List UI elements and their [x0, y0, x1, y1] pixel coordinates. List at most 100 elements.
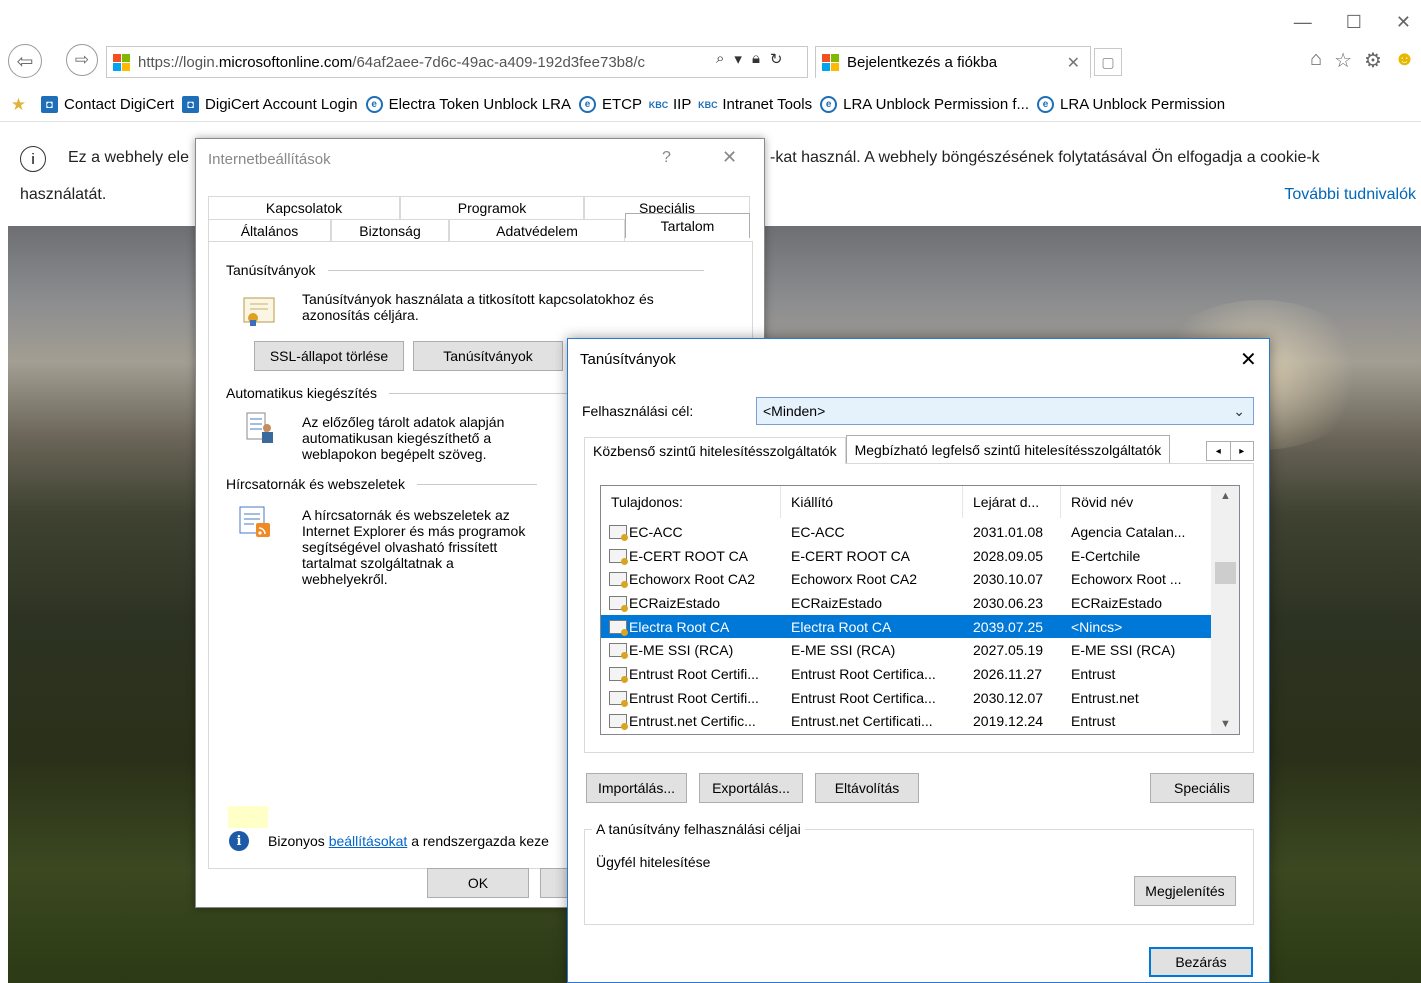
list-scrollbar[interactable]: ▲ ▼ [1211, 486, 1239, 734]
scroll-thumb[interactable] [1215, 562, 1236, 584]
view-button[interactable]: Megjelenítés [1134, 876, 1236, 906]
certificates-button[interactable]: Tanúsítványok [413, 341, 563, 371]
tab-scroll-left-icon[interactable]: ◂ [1207, 442, 1230, 460]
back-arrow-icon: ⇦ [16, 50, 34, 73]
tab-close-icon[interactable]: ✕ [1067, 53, 1080, 73]
owner-text: ECRaizEstado [629, 594, 721, 611]
add-favorites-button[interactable]: ★ [10, 95, 33, 114]
forward-button[interactable]: ⇨ [66, 44, 98, 76]
scroll-up-icon[interactable]: ▲ [1211, 490, 1239, 502]
settings-link[interactable]: beállításokat [329, 833, 408, 849]
tab-login[interactable]: Bejelentkezés a fiókba ✕ [815, 46, 1091, 78]
smiley-feedback-icon[interactable]: ☻ [1394, 48, 1415, 73]
address-bar[interactable]: https://login. microsoftonline.com/64af2a… [106, 46, 808, 78]
search-icon[interactable]: ⌕ [716, 50, 724, 68]
autocomplete-heading: Automatikus kiegészítés [226, 385, 377, 401]
list-row[interactable]: E-CERT ROOT CA E-CERT ROOT CA 2028.09.05… [601, 544, 1211, 568]
dropdown-icon[interactable]: ▾ [734, 50, 742, 68]
divider [416, 483, 537, 485]
tab-content[interactable]: Tartalom [625, 213, 750, 238]
advanced-button[interactable]: Speciális [1150, 773, 1254, 803]
lock-icon[interactable]: 🔒︎ [752, 50, 760, 68]
tab-programs[interactable]: Programok [400, 196, 584, 219]
more-info-link[interactable]: További tudnivalók [1284, 186, 1416, 204]
column-owner[interactable]: Tulajdonos: [601, 486, 781, 518]
favorite-link[interactable]: e LRA Unblock Permission [1037, 96, 1225, 113]
new-tab-button[interactable]: ▢ [1094, 48, 1122, 76]
export-button[interactable]: Exportálás... [699, 773, 803, 803]
feeds-description: A hírcsatornák és webszeletek az Interne… [302, 507, 525, 587]
tab-scroll-right-icon[interactable]: ▸ [1229, 442, 1254, 460]
certificate-icon [609, 643, 628, 660]
purpose-select[interactable]: <Minden> ⌄ [756, 397, 1254, 425]
minimize-icon[interactable]: — [1294, 12, 1312, 33]
ok-button[interactable]: OK [427, 868, 529, 898]
column-friendly-name[interactable]: Rövid név [1061, 486, 1211, 518]
tab-security[interactable]: Biztonság [331, 219, 449, 242]
favorite-label: Contact DigiCert [64, 96, 175, 113]
tab-scroll-buttons: ◂ ▸ [1206, 441, 1254, 461]
ie-icon: e [365, 96, 383, 113]
cell-issuer: Entrust Root Certifica... [791, 689, 936, 706]
help-icon[interactable]: ? [662, 149, 671, 167]
favorite-link[interactable]: e ETCP [578, 96, 642, 113]
cell-issuer: EC-ACC [791, 523, 845, 540]
desc-line: Internet Explorer és más programok [302, 523, 526, 539]
favorite-link[interactable]: KBC Intranet Tools [698, 96, 813, 113]
dialog-title: Internetbeállítások [208, 151, 331, 168]
close-window-icon[interactable]: ✕ [1396, 12, 1411, 33]
forward-arrow-icon: ⇨ [74, 50, 90, 69]
remove-button[interactable]: Eltávolítás [815, 773, 919, 803]
back-button[interactable]: ⇦ [8, 44, 42, 78]
settings-gear-icon[interactable]: ⚙ [1364, 48, 1382, 73]
close-button[interactable]: Bezárás [1149, 947, 1253, 977]
admin-note-text: a rendszergazda keze [407, 833, 549, 849]
home-icon[interactable]: ⌂ [1310, 48, 1322, 73]
cell-issuer: ECRaizEstado [791, 594, 883, 611]
favorite-label: Intranet Tools [722, 96, 813, 113]
desc-line: Az előzőleg tárolt adatok alapján [302, 414, 505, 430]
kbc-icon: KBC [698, 96, 718, 113]
favorite-link[interactable]: e LRA Unblock Permission f... [820, 96, 1029, 113]
favorite-link[interactable]: KBC IIP [649, 96, 691, 113]
list-row[interactable]: Entrust Root Certifi... Entrust Root Cer… [601, 686, 1211, 710]
cell-issuer: Echoworx Root CA2 [791, 571, 918, 588]
cell-owner: Echoworx Root CA2 [601, 567, 781, 591]
owner-text: Entrust.net Certific... [629, 713, 756, 730]
cookie-text-rest: -kat használ. A webhely böngészésének fo… [770, 149, 1320, 166]
list-row[interactable]: ECRaizEstado ECRaizEstado 2030.06.23 ECR… [601, 591, 1211, 615]
favorite-link[interactable]: e Electra Token Unblock LRA [365, 96, 571, 113]
desc-line: webhelyekről. [302, 571, 388, 587]
list-row-selected[interactable]: Electra Root CA Electra Root CA 2039.07.… [601, 614, 1211, 639]
list-row[interactable]: Echoworx Root CA2 Echoworx Root CA2 2030… [601, 567, 1211, 591]
kbc-icon: KBC [649, 96, 668, 113]
cell-expires: 2027.05.19 [973, 642, 1044, 659]
close-icon[interactable]: ✕ [722, 147, 737, 168]
favorite-link[interactable]: ◘ DigiCert Account Login [182, 96, 358, 113]
column-issuer[interactable]: Kiállító [781, 486, 963, 518]
favorite-link[interactable]: ◘ Contact DigiCert [41, 96, 174, 113]
tab-general[interactable]: Általános [208, 219, 331, 242]
clear-ssl-state-button[interactable]: SSL-állapot törlése [254, 341, 404, 371]
certificates-section: Tanúsítványok [226, 262, 704, 278]
microsoft-logo-icon [822, 54, 839, 71]
tab-title: Bejelentkezés a fiókba [847, 54, 998, 71]
scroll-down-icon[interactable]: ▼ [1211, 718, 1239, 730]
favorites-star-icon[interactable]: ☆ [1334, 48, 1352, 73]
list-row[interactable]: Entrust Root Certifi... Entrust Root Cer… [601, 662, 1211, 686]
import-button[interactable]: Importálás... [586, 773, 687, 803]
maximize-icon[interactable]: ☐ [1346, 12, 1362, 33]
close-icon[interactable]: ✕ [1240, 347, 1257, 372]
list-row[interactable]: E-ME SSI (RCA) E-ME SSI (RCA) 2027.05.19… [601, 639, 1211, 663]
column-expires[interactable]: Lejárat d... [963, 486, 1061, 518]
divider [327, 269, 704, 271]
list-row[interactable]: EC-ACC EC-ACC 2031.01.08 Agencia Catalan… [601, 520, 1211, 544]
refresh-icon[interactable]: ↻ [770, 50, 783, 68]
tab-intermediate-ca[interactable]: Közbenső szintű hitelesítésszolgáltatók [584, 437, 846, 464]
list-row[interactable]: Entrust.net Certific... Entrust.net Cert… [601, 710, 1211, 734]
certificate-list[interactable]: Tulajdonos: Kiállító Lejárat d... Rövid … [600, 485, 1240, 735]
tab-trusted-root-ca[interactable]: Megbízható legfelső szintű hitelesítéssz… [845, 435, 1171, 463]
tab-connections[interactable]: Kapcsolatok [208, 196, 400, 219]
cookie-text-line2: használatát. [20, 186, 107, 203]
tab-privacy[interactable]: Adatvédelem [449, 219, 625, 242]
